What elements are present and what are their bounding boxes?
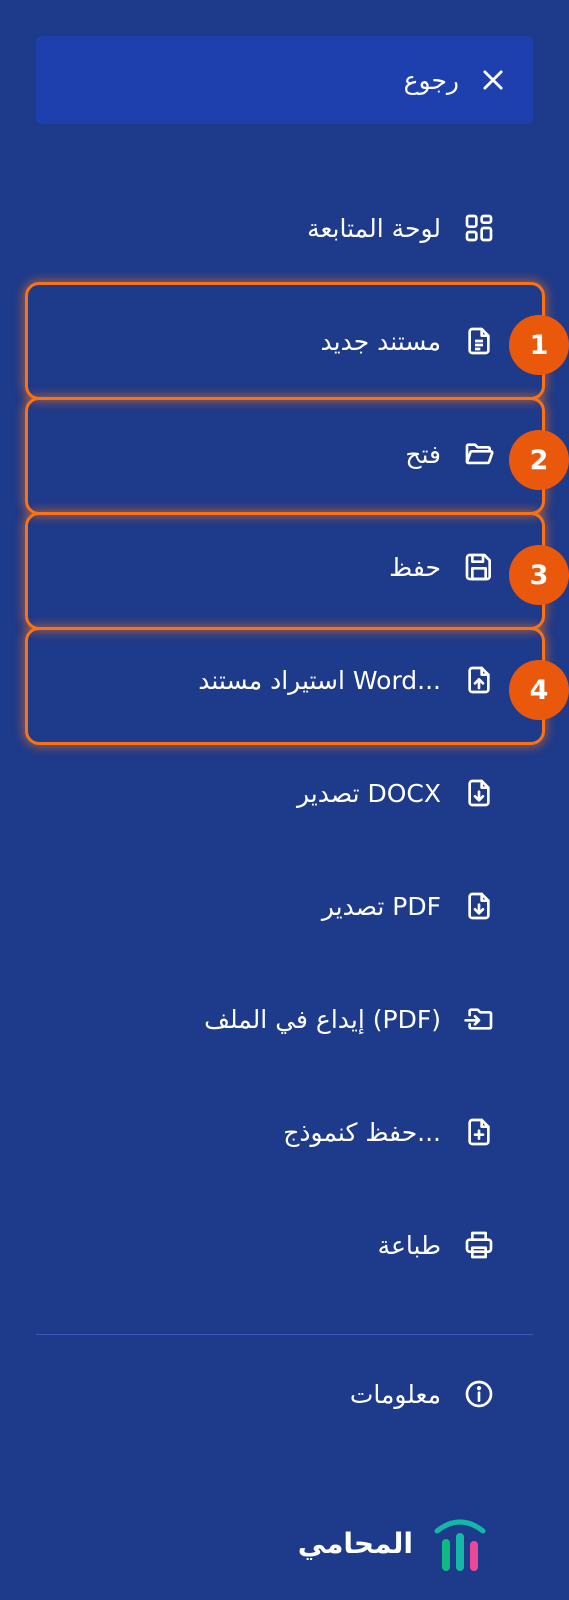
folder-open-icon	[461, 436, 497, 472]
menu-label: حفظ كنموذج...	[283, 1117, 441, 1147]
back-button[interactable]: رجوع	[36, 36, 533, 124]
file-export-icon	[461, 1001, 497, 1037]
menu-item-info[interactable]: معلومات	[350, 1370, 497, 1418]
step-badge-1: 1	[509, 315, 569, 375]
step-badge-2: 2	[509, 430, 569, 490]
printer-icon	[461, 1227, 497, 1263]
brand: المحامي	[298, 1511, 489, 1575]
menu-item-file-pdf[interactable]: إيداع في الملف (PDF)	[204, 995, 497, 1043]
menu-item-import-word[interactable]: استيراد مستند Word...	[198, 656, 497, 704]
dashboard-icon	[461, 210, 497, 246]
menu-item-export-docx[interactable]: تصدير DOCX	[297, 769, 497, 817]
menu-label: استيراد مستند Word...	[198, 665, 441, 695]
menu-label: إيداع في الملف (PDF)	[204, 1004, 441, 1034]
menu-item-save-template[interactable]: حفظ كنموذج...	[283, 1108, 497, 1156]
menu-label: فتح	[405, 439, 441, 469]
back-label: رجوع	[403, 65, 459, 95]
menu-item-print[interactable]: طباعة	[378, 1221, 497, 1269]
menu-label: لوحة المتابعة	[307, 213, 441, 243]
menu-item-open[interactable]: فتح	[405, 430, 497, 478]
menu-label: تصدير PDF	[321, 891, 441, 921]
menu-item-export-pdf[interactable]: تصدير PDF	[322, 882, 497, 930]
menu-label: مستند جديد	[320, 326, 441, 356]
close-icon	[479, 66, 507, 94]
menu-divider	[36, 1334, 533, 1335]
save-icon	[461, 549, 497, 585]
menu-label: معلومات	[349, 1379, 441, 1409]
file-upload-icon	[461, 662, 497, 698]
menu-label: تصدير DOCX	[297, 778, 441, 808]
brand-logo-icon	[431, 1511, 489, 1575]
menu-label: حفظ	[389, 552, 441, 582]
file-plus-icon	[461, 1114, 497, 1150]
document-icon	[461, 323, 497, 359]
menu-label: طباعة	[377, 1230, 441, 1260]
menu-item-new-document[interactable]: مستند جديد	[320, 317, 497, 365]
step-badge-4: 4	[509, 660, 569, 720]
menu-item-save[interactable]: حفظ	[389, 543, 497, 591]
file-download-icon	[461, 775, 497, 811]
brand-name: المحامي	[297, 1526, 413, 1560]
step-badge-3: 3	[509, 545, 569, 605]
file-download-icon	[461, 888, 497, 924]
info-icon	[461, 1376, 497, 1412]
menu-item-dashboard[interactable]: لوحة المتابعة	[307, 204, 497, 252]
